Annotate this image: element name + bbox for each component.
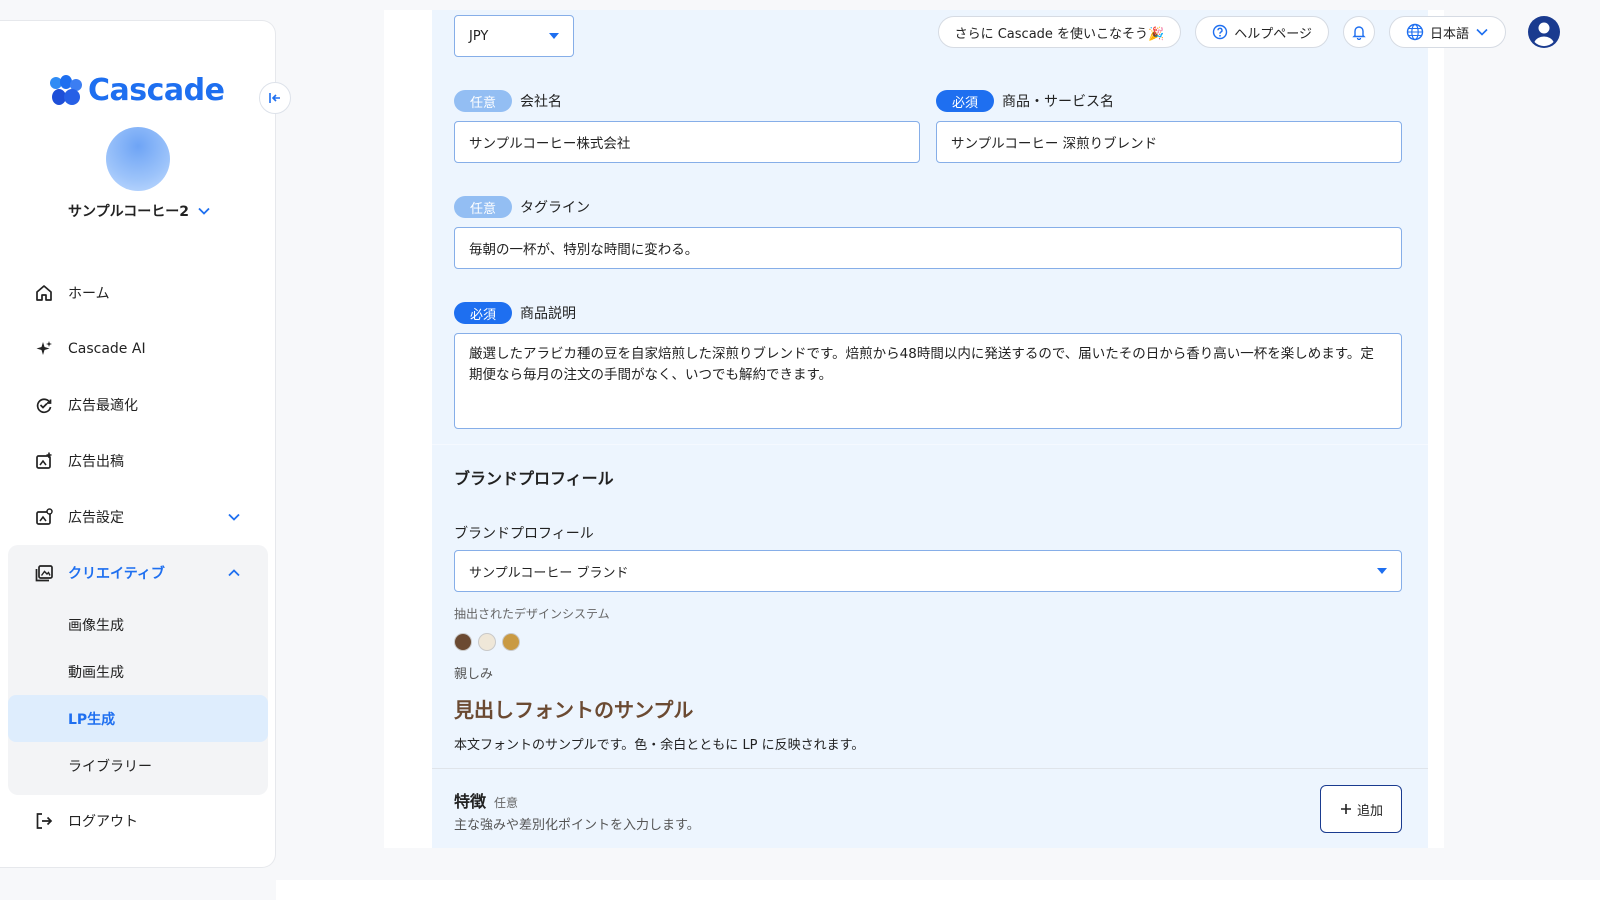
- product-name-label: 商品・サービス名: [1002, 94, 1115, 110]
- design-system-caption: 抽出されたデザインシステム: [454, 607, 610, 621]
- sidebar-subitem-lp[interactable]: LP生成: [8, 695, 268, 742]
- logout-icon: [36, 813, 53, 829]
- features-optional: 任意: [494, 796, 519, 810]
- sidebar-item-home[interactable]: ホーム: [0, 265, 276, 321]
- brand-profile-label: ブランドプロフィール: [454, 526, 594, 542]
- features-title: 特徴: [454, 792, 487, 811]
- color-swatch: [502, 633, 520, 651]
- optional-badge: 任意: [454, 90, 513, 112]
- brand-profile-section-title: ブランドプロフィール: [454, 469, 614, 488]
- product-name-input[interactable]: サンプルコーヒー 深煎りブレンド: [936, 121, 1402, 163]
- sidebar-item-label: ホーム: [68, 286, 110, 302]
- caret-down-icon: [549, 33, 559, 39]
- chevron-down-icon: [198, 207, 210, 215]
- tagline-label: タグライン: [520, 200, 591, 216]
- language-label: 日本語: [1429, 26, 1469, 42]
- brand-tone: 親しみ: [454, 667, 494, 682]
- home-icon: [34, 283, 54, 303]
- features-title-row: 特徴 任意: [454, 788, 518, 812]
- logout-label: ログアウト: [68, 814, 138, 830]
- add-feature-button[interactable]: 追加: [1320, 785, 1402, 833]
- cascade-logo-icon: [50, 74, 82, 107]
- features-description: 主な強みや差別化ポイントを入力します。: [454, 818, 700, 833]
- bell-icon: [1352, 26, 1366, 40]
- gallery-icon: [34, 563, 54, 583]
- body-font-sample: 本文フォントのサンプルです。色・余白とともに LP に反映されます。: [454, 738, 865, 753]
- panel-divider: [432, 444, 1428, 445]
- sidebar-item-creative[interactable]: クリエイティブ: [8, 545, 268, 601]
- help-label: ヘルプページ: [1234, 26, 1312, 42]
- sparkle-icon: [34, 339, 54, 359]
- tagline-value: 毎朝の一杯が、特別な時間に変わる。: [469, 242, 699, 258]
- promo-label: さらに Cascade を使いこなそう🎉: [954, 26, 1165, 42]
- chevron-up-icon: [228, 569, 240, 577]
- brand-profile-select[interactable]: サンプルコーヒー ブランド: [454, 550, 1402, 592]
- sidebar-subitem-image[interactable]: 画像生成: [8, 601, 268, 648]
- sidebar-item-optimize[interactable]: 広告最適化: [0, 377, 276, 433]
- sidebar-item-label: 広告最適化: [68, 398, 138, 414]
- user-menu-button[interactable]: [1528, 16, 1560, 48]
- account-switcher[interactable]: サンプルコーヒー2: [68, 201, 211, 221]
- globe-icon: [1406, 23, 1424, 41]
- company-name-label-row: 任意 会社名: [454, 90, 562, 112]
- product-name-label-row: 必須 商品・サービス名: [936, 90, 1114, 112]
- sidebar-item-label: 広告設定: [68, 510, 124, 526]
- required-badge: 必須: [454, 302, 513, 324]
- help-page-button[interactable]: ヘルプページ: [1195, 16, 1329, 48]
- chevron-down-icon: [1476, 28, 1488, 36]
- tagline-input[interactable]: 毎朝の一杯が、特別な時間に変わる。: [454, 227, 1402, 269]
- plus-icon: [1340, 804, 1351, 814]
- description-label-row: 必須 商品説明: [454, 302, 576, 324]
- collapse-sidebar-button[interactable]: [259, 82, 291, 114]
- help-circle-icon: [1213, 24, 1228, 40]
- chevron-down-icon: [228, 513, 240, 521]
- color-swatch: [454, 633, 472, 651]
- required-badge: 必須: [936, 90, 995, 112]
- sidebar-item-label: 広告出稿: [68, 454, 124, 470]
- sidebar-item-settings[interactable]: 広告設定: [0, 489, 276, 545]
- description-textarea[interactable]: 厳選したアラビカ種の豆を自家焙煎した深煎りブレンドです。焙煎から48時間以内に発…: [454, 333, 1402, 429]
- description-label: 商品説明: [520, 306, 577, 322]
- company-name-input[interactable]: サンプルコーヒー株式会社: [454, 121, 920, 163]
- tagline-label-row: 任意 タグライン: [454, 196, 590, 218]
- color-swatches: [454, 633, 520, 651]
- ad-settings-icon: [34, 507, 54, 527]
- sidebar-item-label: Cascade AI: [68, 341, 146, 357]
- currency-select[interactable]: JPY: [454, 15, 574, 57]
- account-name: サンプルコーヒー2: [68, 204, 190, 220]
- collapse-left-icon: [269, 93, 280, 103]
- currency-value: JPY: [469, 28, 489, 44]
- heading-font-sample: 見出しフォントのサンプル: [454, 698, 694, 722]
- color-swatch: [478, 633, 496, 651]
- section-divider: [432, 768, 1428, 769]
- optimize-icon: [34, 395, 54, 415]
- user-icon: [1534, 22, 1554, 47]
- sidebar: Cascade サンプルコーヒー2 ホーム Cascade AI 広告最適化 広…: [0, 20, 276, 868]
- notifications-button[interactable]: [1342, 16, 1375, 48]
- sidebar-subitem-video[interactable]: 動画生成: [8, 648, 268, 695]
- company-name-value: サンプルコーヒー株式会社: [469, 136, 631, 152]
- caret-down-icon: [1377, 568, 1387, 574]
- brand-name: Cascade: [88, 73, 225, 108]
- sidebar-nav: ホーム Cascade AI 広告最適化 広告出稿 広告設定 クリエイティブ 画…: [0, 265, 276, 795]
- sidebar-item-publish[interactable]: 広告出稿: [0, 433, 276, 489]
- brand-logo[interactable]: Cascade: [50, 73, 225, 108]
- top-bar: さらに Cascade を使いこなそう🎉 ヘルプページ 日本語: [937, 14, 1600, 50]
- account-avatar: [106, 127, 170, 191]
- sidebar-item-ai[interactable]: Cascade AI: [0, 321, 276, 377]
- product-name-value: サンプルコーヒー 深煎りブレンド: [951, 136, 1158, 152]
- add-feature-label: 追加: [1356, 803, 1383, 819]
- creative-group: クリエイティブ 画像生成 動画生成 LP生成 ライブラリー: [8, 545, 268, 795]
- optional-badge: 任意: [454, 196, 513, 218]
- publish-icon: [34, 451, 54, 471]
- sidebar-subitem-library[interactable]: ライブラリー: [8, 742, 268, 789]
- promo-button[interactable]: さらに Cascade を使いこなそう🎉: [937, 16, 1182, 48]
- bottom-strip: [276, 880, 1600, 900]
- language-select[interactable]: 日本語: [1388, 16, 1506, 48]
- company-name-label: 会社名: [520, 94, 563, 110]
- brand-profile-value: サンプルコーヒー ブランド: [469, 565, 629, 581]
- sidebar-item-label: クリエイティブ: [68, 566, 165, 582]
- logout-button[interactable]: ログアウト: [34, 811, 138, 831]
